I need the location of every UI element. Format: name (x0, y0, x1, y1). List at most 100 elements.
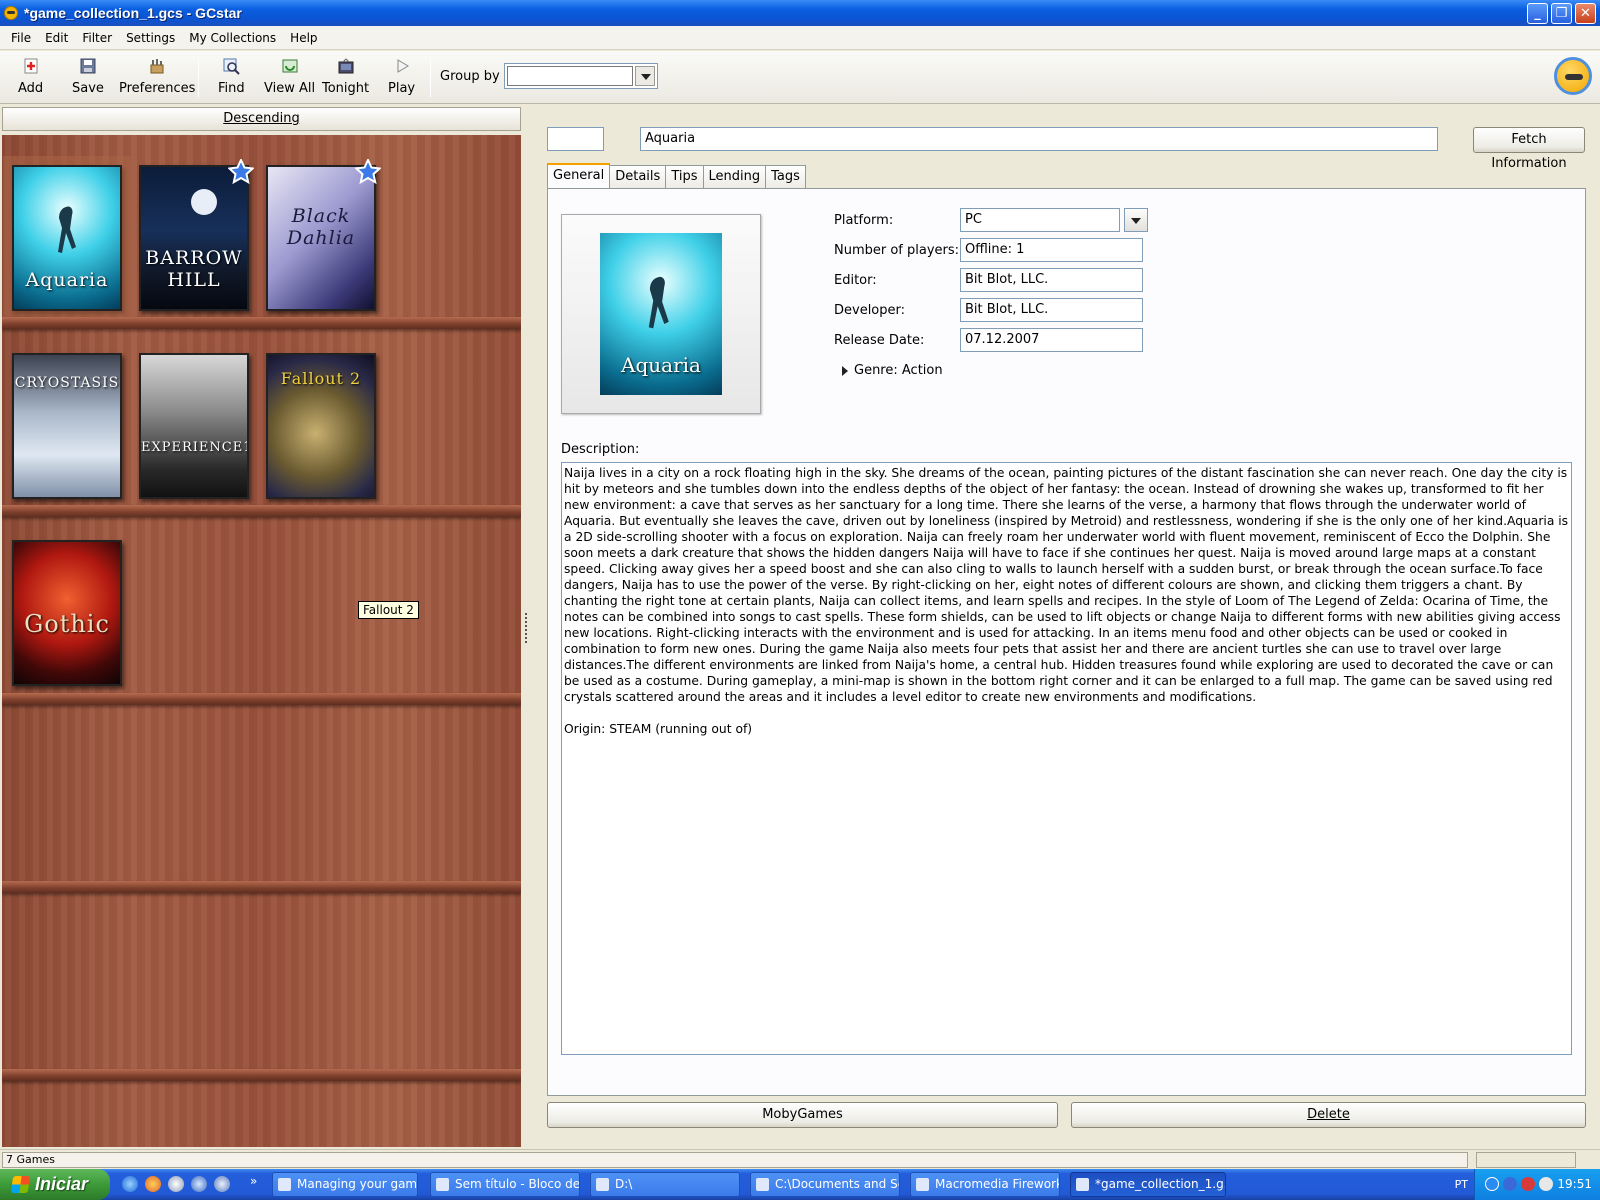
view-all-button[interactable]: View All (264, 57, 315, 96)
cover-fallout-2[interactable]: Fallout 2 (266, 353, 376, 499)
platform-combo[interactable]: PC (960, 208, 1120, 232)
cover-caption: Aquaria (621, 353, 701, 377)
cover-gothic[interactable]: Gothic (12, 540, 122, 686)
windows-flag-icon (10, 1176, 31, 1193)
sort-order-button[interactable]: Descending (2, 107, 521, 131)
mobygames-button[interactable]: MobyGames (547, 1102, 1058, 1128)
item-id-field[interactable] (547, 127, 604, 151)
shelf-plank (2, 1069, 521, 1081)
shelf-plank (2, 317, 521, 329)
menu-edit[interactable]: Edit (38, 31, 75, 45)
internet-explorer-icon[interactable] (122, 1176, 138, 1192)
cover-cryostasis[interactable]: CRYOSTASIS (12, 353, 122, 499)
collection-panel: Descending Aquaria BARROW HILL Black Dah… (0, 105, 523, 1149)
favorite-star-icon[interactable] (355, 159, 381, 185)
firefox-icon[interactable] (145, 1176, 161, 1192)
players-label: Number of players: (834, 243, 960, 258)
save-button[interactable]: Save (72, 57, 104, 96)
tray-network-icon[interactable] (1485, 1177, 1499, 1191)
gcstar-mascot-icon (1554, 57, 1592, 95)
menu-filter[interactable]: Filter (75, 31, 119, 45)
general-tab-panel: Aquaria Platform: PC Number of players: … (547, 188, 1586, 1096)
add-button[interactable]: Add (18, 57, 43, 96)
status-text: 7 Games (2, 1152, 1468, 1168)
favorite-star-icon[interactable] (228, 159, 254, 185)
tonight-button[interactable]: Tonight (322, 57, 369, 96)
cover-tooltip: Fallout 2 (358, 601, 419, 619)
close-button[interactable]: ✕ (1575, 3, 1596, 24)
menu-bar: File Edit Filter Settings My Collections… (0, 26, 1600, 50)
cover-image: Aquaria (600, 233, 722, 395)
genre-label: Genre: Action (854, 363, 943, 378)
toolbar-separator (198, 59, 199, 97)
maximize-button[interactable]: ❐ (1551, 3, 1572, 24)
clock[interactable]: 19:51 (1557, 1177, 1592, 1191)
media-player-icon[interactable] (168, 1176, 184, 1192)
players-field[interactable]: Offline: 1 (960, 238, 1143, 262)
cover-black-dahlia[interactable]: Black Dahlia (266, 165, 376, 311)
taskbar-item-managing-games[interactable]: Managing your game... (272, 1172, 418, 1197)
windows-taskbar: Iniciar » Managing your game... Sem títu… (0, 1169, 1600, 1200)
system-tray: 19:51 (1474, 1169, 1600, 1200)
shelf-plank (2, 505, 521, 517)
tray-volume-icon[interactable] (1539, 1177, 1553, 1191)
tray-security-icon[interactable] (1521, 1177, 1535, 1191)
chevron-down-icon[interactable] (635, 66, 655, 86)
menu-file[interactable]: File (4, 31, 38, 45)
pane-splitter[interactable] (523, 105, 530, 1149)
developer-field[interactable]: Bit Blot, LLC. (960, 298, 1143, 322)
menu-my-collections[interactable]: My Collections (182, 31, 283, 45)
menu-help[interactable]: Help (283, 31, 324, 45)
item-name-field[interactable]: Aquaria (640, 127, 1438, 151)
play-button[interactable]: Play (388, 57, 415, 96)
tray-bluetooth-icon[interactable] (1503, 1177, 1517, 1191)
group-by-input[interactable] (507, 66, 633, 86)
cover-barrow-hill[interactable]: BARROW HILL (139, 165, 249, 311)
tonight-icon (338, 58, 354, 74)
tab-details[interactable]: Details (609, 165, 667, 188)
show-desktop-icon[interactable] (214, 1176, 230, 1192)
quicklaunch-chevron-icon[interactable]: » (250, 1174, 257, 1188)
editor-tabs: General Details Tips Lending Tags (547, 163, 806, 188)
find-button[interactable]: Find (218, 57, 245, 96)
preferences-icon (150, 59, 164, 74)
group-by-combo[interactable] (504, 63, 658, 89)
cover-image-button[interactable]: Aquaria (561, 214, 761, 414)
start-button[interactable]: Iniciar (0, 1169, 110, 1200)
tab-tags[interactable]: Tags (765, 165, 806, 188)
tab-general[interactable]: General (547, 163, 611, 188)
chevron-down-icon[interactable] (1124, 208, 1148, 232)
description-label: Description: (561, 442, 640, 457)
moon-shape (191, 189, 217, 215)
release-date-field[interactable]: 07.12.2007 (960, 328, 1143, 352)
toolbar: Add Save Preferences Find View All Tonig… (0, 51, 1600, 104)
developer-label: Developer: (834, 303, 906, 318)
window-title: *game_collection_1.gcs - GCstar (24, 5, 242, 21)
language-indicator[interactable]: PT (1455, 1178, 1468, 1191)
view-all-icon (282, 59, 298, 73)
fetch-information-button[interactable]: Fetch Information (1473, 127, 1585, 171)
quicklaunch-icon[interactable] (191, 1176, 207, 1192)
taskbar-item-gcstar[interactable]: *game_collection_1.g... (1070, 1172, 1226, 1197)
taskbar-item-notepad[interactable]: Sem título - Bloco de ... (430, 1172, 580, 1197)
taskbar-item-fireworks[interactable]: Macromedia Firework... (910, 1172, 1060, 1197)
menu-settings[interactable]: Settings (119, 31, 182, 45)
taskbar-item-documents[interactable]: C:\Documents and Se... (750, 1172, 900, 1197)
description-textarea[interactable]: Naija lives in a city on a rock floating… (561, 462, 1572, 1055)
tab-tips[interactable]: Tips (665, 165, 704, 188)
status-bar: 7 Games (0, 1149, 1600, 1169)
tab-lending[interactable]: Lending (702, 165, 767, 188)
item-editor-panel: Aquaria Fetch Information General Detail… (531, 105, 1600, 1149)
cover-aquaria[interactable]: Aquaria (3, 156, 131, 320)
find-icon (223, 58, 241, 75)
editor-field[interactable]: Bit Blot, LLC. (960, 268, 1143, 292)
taskbar-item-d-drive[interactable]: D:\ (590, 1172, 740, 1197)
title-bar: *game_collection_1.gcs - GCstar _ ❐ ✕ (0, 0, 1600, 26)
cover-experience112[interactable]: EXPERIENCE112 (139, 353, 249, 499)
save-icon (80, 58, 96, 74)
minimize-button[interactable]: _ (1527, 3, 1548, 24)
preferences-button[interactable]: Preferences (119, 57, 195, 96)
genre-expander[interactable]: Genre: Action (842, 363, 943, 378)
add-icon (24, 58, 38, 74)
delete-button[interactable]: Delete (1071, 1102, 1586, 1128)
